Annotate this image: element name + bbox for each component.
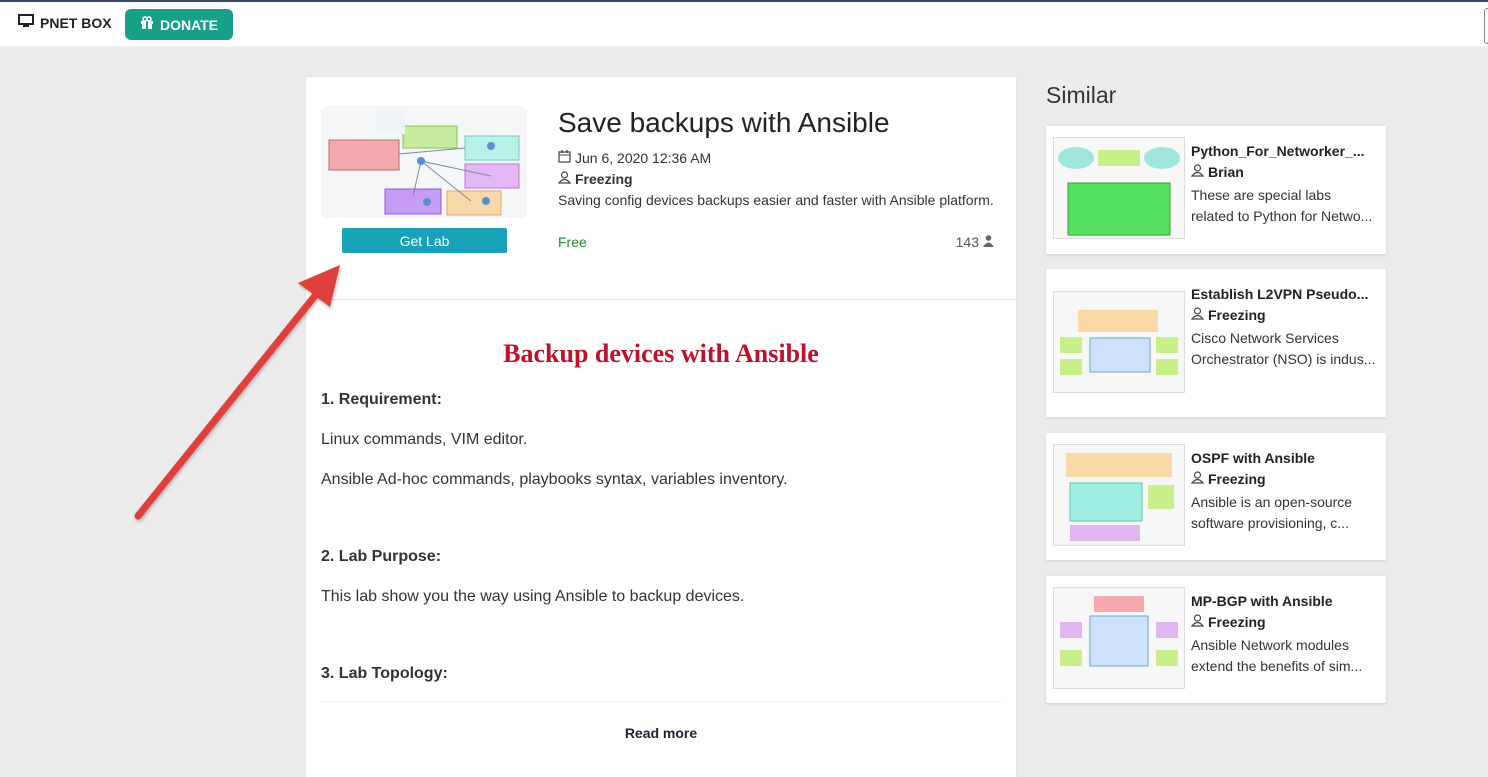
read-more-link[interactable]: Read more [306,725,1016,741]
similar-title[interactable]: Python_For_Networker_... [1191,143,1376,159]
similar-author-name: Freezing [1208,307,1266,323]
similar-author-name: Freezing [1208,471,1266,487]
user-icon [557,171,572,187]
content-fade [321,701,1001,702]
lab-thumbnail[interactable] [321,106,527,218]
similar-description: These are special labs related to Python… [1191,187,1373,224]
lab-author[interactable]: Freezing [557,171,633,187]
monitor-icon [18,14,34,31]
similar-heading: Similar [1046,82,1117,108]
similar-description: Ansible is an open-source software provi… [1191,494,1353,531]
lab-date-text: Jun 6, 2020 12:36 AM [575,150,712,166]
lab-author-name: Freezing [575,171,633,187]
similar-author: Freezing [1190,614,1266,630]
similar-author: Brian [1190,164,1244,180]
similar-card[interactable]: OSPF with Ansible Freezing Ansible is an… [1046,433,1386,560]
similar-author: Freezing [1190,471,1266,487]
lab-views-count: 143 [955,234,979,250]
similar-description: Ansible Network modules extend the benef… [1191,637,1363,674]
top-navbar: PNET BOX DONATE [0,0,1488,46]
similar-description: Cisco Network Services Orchestrator (NSO… [1191,330,1376,367]
user-icon [1190,307,1205,323]
section-text: Ansible Ad-hoc commands, playbooks synta… [321,471,788,488]
lab-price: Free [558,234,587,250]
gift-icon [140,16,154,33]
users-icon [983,234,994,250]
similar-title[interactable]: Establish L2VPN Pseudo... [1191,286,1376,302]
user-icon [1190,614,1205,630]
section-title-topology: 3. Lab Topology: [321,665,448,682]
section-title-requirement: 1. Requirement: [321,391,442,408]
content-heading: Backup devices with Ansible [503,339,819,368]
lab-date: Jun 6, 2020 12:36 AM [558,150,711,166]
brand-link[interactable]: PNET BOX [18,14,112,31]
donate-label: DONATE [159,16,219,33]
section-text: This lab show you the way using Ansible … [321,588,745,605]
user-icon [1190,471,1205,487]
similar-card[interactable]: MP-BGP with Ansible Freezing Ansible Net… [1046,576,1386,703]
similar-thumbnail[interactable] [1053,137,1185,239]
similar-title[interactable]: MP-BGP with Ansible [1191,593,1376,609]
search-toggle[interactable] [1484,8,1488,44]
similar-thumbnail[interactable] [1053,444,1185,546]
similar-card[interactable]: Establish L2VPN Pseudo... Freezing Cisco… [1046,269,1386,417]
similar-thumbnail[interactable] [1053,587,1185,689]
similar-thumbnail[interactable] [1053,291,1185,393]
divider [306,299,1016,300]
similar-title[interactable]: OSPF with Ansible [1191,450,1376,466]
donate-button[interactable]: DONATE [125,9,233,40]
section-text: Linux commands, VIM editor. [321,431,528,448]
similar-author-name: Freezing [1208,614,1266,630]
lab-title: Save backups with Ansible [558,107,890,138]
brand-label: PNET BOX [40,14,112,31]
similar-author: Freezing [1190,307,1266,323]
lab-detail-card: Get Lab Save backups with Ansible Jun 6,… [306,77,1016,777]
similar-card[interactable]: Python_For_Networker_... Brian These are… [1046,126,1386,254]
get-lab-button[interactable]: Get Lab [342,228,507,253]
user-icon [1190,164,1205,180]
section-title-purpose: 2. Lab Purpose: [321,548,442,565]
calendar-icon [558,150,571,166]
lab-views: 143 [956,234,994,250]
lab-description: Saving config devices backups easier and… [558,192,994,208]
similar-author-name: Brian [1208,164,1244,180]
